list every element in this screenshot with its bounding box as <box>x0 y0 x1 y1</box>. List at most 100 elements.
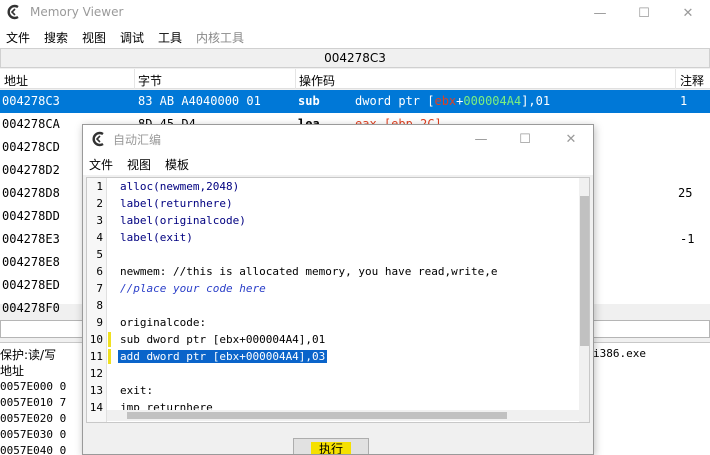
close-button[interactable]: ✕ <box>549 125 593 153</box>
line-number: 13 <box>89 384 103 397</box>
changed-line-marker <box>108 349 111 364</box>
hex-data: 7 <box>59 396 67 409</box>
dialog-menubar: 文件 视图 模板 <box>83 153 593 175</box>
hex-address: 0057E030 <box>0 428 53 441</box>
line-number: 6 <box>96 265 103 278</box>
disassembler-row[interactable]: 004278C3 83 AB A4040000 01 sub dword ptr… <box>0 90 710 113</box>
hex-row[interactable]: 0057E000 0 <box>0 380 66 393</box>
column-bytes[interactable]: 字节 <box>138 72 162 89</box>
line-number: 7 <box>96 282 103 295</box>
hex-row[interactable]: 0057E030 0 <box>0 428 66 441</box>
scroll-thumb[interactable] <box>127 412 507 419</box>
code-line: alloc(newmem,2048) <box>120 180 240 193</box>
column-address[interactable]: 地址 <box>4 72 28 89</box>
row-mnemonic: sub <box>298 94 320 108</box>
code-line: //place your code here <box>120 282 266 295</box>
line-number: 12 <box>89 367 103 380</box>
row-address: 004278E8 <box>2 255 60 269</box>
operand-prefix: dword ptr [ <box>355 94 435 108</box>
protection-label: 保护:读/写 <box>0 348 57 362</box>
row-comment: 25 <box>678 186 693 200</box>
line-number: 5 <box>96 248 103 261</box>
row-comment: -1 <box>680 232 695 246</box>
row-address: 004278C3 <box>2 94 60 108</box>
line-number: 9 <box>96 316 103 329</box>
line-number: 14 <box>89 401 103 414</box>
dialog-title: 自动汇编 <box>113 133 162 147</box>
column-opcode[interactable]: 操作码 <box>299 72 335 89</box>
menu-template[interactable]: 模板 <box>165 156 189 173</box>
code-line: label(originalcode) <box>120 214 246 227</box>
menu-view[interactable]: 视图 <box>127 156 151 173</box>
scroll-thumb[interactable] <box>580 196 589 346</box>
column-comment[interactable]: 注释 <box>680 72 704 89</box>
vertical-scrollbar[interactable] <box>579 178 589 422</box>
minimize-button[interactable]: — <box>459 125 503 153</box>
current-address-bar[interactable]: 004278C3 <box>0 48 710 68</box>
line-number: 8 <box>96 299 103 312</box>
line-number: 3 <box>96 214 103 227</box>
row-operand: dword ptr [ebx+000004A4],01 <box>355 90 550 113</box>
hex-row[interactable]: 0057E020 0 <box>0 412 66 425</box>
changed-line-marker <box>108 332 111 347</box>
code-line-selected: add dword ptr [ebx+000004A4],03 <box>118 350 328 363</box>
code-line: label(returnhere) <box>120 197 233 210</box>
close-button[interactable]: ✕ <box>666 0 710 26</box>
maximize-button[interactable]: ☐ <box>503 125 547 153</box>
row-address: 004278DD <box>2 209 60 223</box>
hex-data: 0 <box>59 444 67 455</box>
line-number: 10 <box>89 333 103 346</box>
line-number: 11 <box>89 350 103 363</box>
dialog-titlebar[interactable]: 自动汇编 — ☐ ✕ <box>83 125 593 153</box>
column-divider[interactable] <box>134 69 135 89</box>
row-address: 004278E3 <box>2 232 60 246</box>
menu-view[interactable]: 视图 <box>82 29 106 46</box>
row-address: 004278CA <box>2 117 60 131</box>
horizontal-scrollbar[interactable] <box>107 410 579 421</box>
row-bytes: 83 AB A4040000 01 <box>138 94 261 108</box>
row-address: 004278ED <box>2 278 60 292</box>
hex-address: 0057E040 <box>0 444 53 455</box>
hex-data: 0 <box>59 412 67 425</box>
hex-address: 0057E000 <box>0 380 53 393</box>
code-line: originalcode: <box>120 316 207 329</box>
hex-row[interactable]: 0057E040 0 <box>0 444 66 455</box>
line-number-gutter: 1 2 3 4 5 6 7 8 9 10 11 12 13 14 <box>87 178 107 422</box>
row-address: 004278CD <box>2 140 60 154</box>
module-label: i386.exe <box>593 347 646 360</box>
hex-data: 0 <box>59 428 67 441</box>
maximize-button[interactable]: ☐ <box>622 0 666 26</box>
menu-tools[interactable]: 工具 <box>158 29 182 46</box>
execute-button[interactable]: 执行 <box>293 438 369 454</box>
auto-assemble-dialog: 自动汇编 — ☐ ✕ 文件 视图 模板 1 2 3 4 5 6 7 8 9 10… <box>82 124 594 455</box>
menu-search[interactable]: 搜索 <box>44 29 68 46</box>
cheat-engine-logo-icon <box>7 4 19 20</box>
menu-debug[interactable]: 调试 <box>120 29 144 46</box>
line-number: 1 <box>96 180 103 193</box>
script-editor[interactable]: 1 2 3 4 5 6 7 8 9 10 11 12 13 14 alloc(n… <box>86 177 590 423</box>
hex-row[interactable]: 0057E010 7 <box>0 396 66 409</box>
window-title: Memory Viewer <box>30 5 124 19</box>
menu-file[interactable]: 文件 <box>6 29 30 46</box>
menu-file[interactable]: 文件 <box>89 156 113 173</box>
memory-viewer-titlebar: Memory Viewer — ☐ ✕ <box>0 0 710 26</box>
code-line: sub dword ptr [ebx+000004A4],01 <box>120 333 326 346</box>
column-divider[interactable] <box>295 69 296 89</box>
row-address: 004278D8 <box>2 186 60 200</box>
operand-number: 000004A4 <box>463 94 522 108</box>
disassembler-column-header: 地址 字节 操作码 注释 <box>0 69 710 89</box>
row-address: 004278F0 <box>2 301 60 315</box>
hex-address: 0057E010 <box>0 396 53 409</box>
line-number: 4 <box>96 231 103 244</box>
menu-kernel-tools[interactable]: 内核工具 <box>196 29 244 46</box>
code-line: label(exit) <box>120 231 193 244</box>
code-line: exit: <box>120 384 154 397</box>
minimize-button[interactable]: — <box>578 0 622 26</box>
hex-address: 0057E020 <box>0 412 53 425</box>
main-menubar: 文件 搜索 视图 调试 工具 内核工具 <box>0 26 710 48</box>
line-number: 2 <box>96 197 103 210</box>
operand-suffix: ],01 <box>521 94 551 108</box>
operand-register: ebx <box>434 94 457 108</box>
column-divider[interactable] <box>675 69 676 89</box>
cheat-engine-logo-icon <box>92 131 104 147</box>
